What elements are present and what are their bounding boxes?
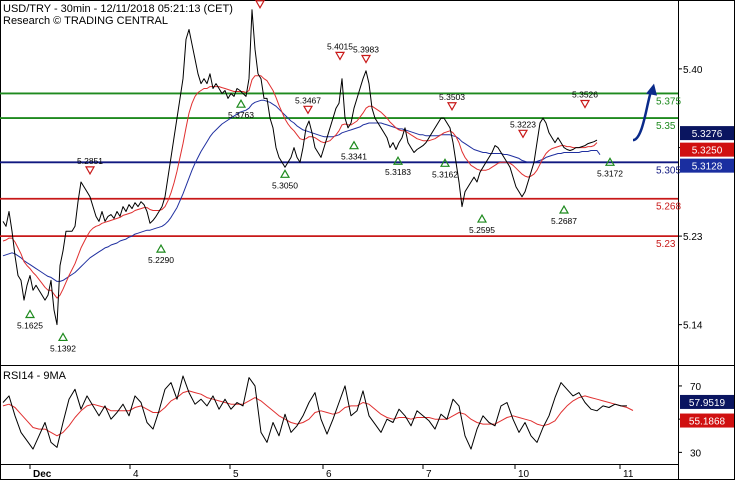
badge-last-price: 5.3276 — [692, 129, 723, 140]
swing-low-label: 5.2595 — [469, 225, 495, 235]
swing-low-label: 5.3172 — [597, 168, 623, 178]
badge-rsi: 57.9519 — [689, 398, 726, 409]
badge-ma-slow: 5.3128 — [692, 162, 723, 173]
time-tick-label: 6 — [326, 469, 332, 480]
usdtry-chart: USD/TRY - 30min - 12/11/2018 05:21:13 (C… — [0, 0, 735, 480]
swing-low-label: 5.2687 — [551, 216, 577, 226]
swing-high-label: 5.2851 — [77, 156, 103, 166]
swing-low-label: 5.3050 — [272, 180, 298, 190]
swing-high-label: 5.3526 — [572, 89, 598, 99]
time-tick-label: 4 — [133, 469, 139, 480]
header-source: Research © TRADING CENTRAL — [3, 15, 168, 27]
time-tick-label: 5 — [233, 469, 239, 480]
rsi-tick-label: 70 — [690, 382, 702, 393]
header-title: USD/TRY - 30min - 12/11/2018 05:21:13 (C… — [3, 3, 233, 15]
rsi-title: RSI14 - 9MA — [3, 370, 67, 382]
swing-low-label: 5.2290 — [148, 255, 174, 265]
swing-high-label: 5.4015 — [327, 41, 353, 51]
swing-low-label: 5.1392 — [50, 343, 76, 353]
time-tick-label: 10 — [518, 469, 530, 480]
swing-low-label: 5.3162 — [432, 169, 458, 179]
level-label-support-1: 5.268 — [656, 202, 681, 213]
price-tick-label: 5.23 — [683, 232, 703, 243]
swing-high-label: 5.3223 — [510, 119, 536, 129]
time-tick-label: 7 — [426, 469, 432, 480]
level-label-support-2: 5.23 — [656, 239, 676, 250]
swing-high-label: 5.3503 — [439, 92, 465, 102]
badge-ma-fast: 5.3250 — [692, 146, 723, 157]
time-tick-label: Dec — [33, 469, 52, 480]
time-tick-label: 11 — [623, 469, 634, 480]
swing-high-label: 5.3983 — [353, 45, 379, 55]
swing-low-label: 5.3763 — [228, 110, 254, 120]
level-label-resistance-2: 5.375 — [656, 96, 681, 107]
price-tick-label: 5.14 — [683, 321, 703, 332]
price-tick-label: 5.40 — [683, 65, 703, 76]
level-label-pivot: 5.305 — [656, 165, 681, 176]
badge-rsi-ma: 55.1868 — [689, 417, 726, 428]
level-label-resistance-1: 5.35 — [656, 121, 676, 132]
swing-low-label: 5.1625 — [17, 321, 43, 331]
swing-low-label: 5.3341 — [341, 152, 367, 162]
rsi-tick-label: 30 — [690, 448, 702, 459]
swing-high-label: 5.3467 — [295, 95, 321, 105]
swing-low-label: 5.3183 — [385, 167, 411, 177]
